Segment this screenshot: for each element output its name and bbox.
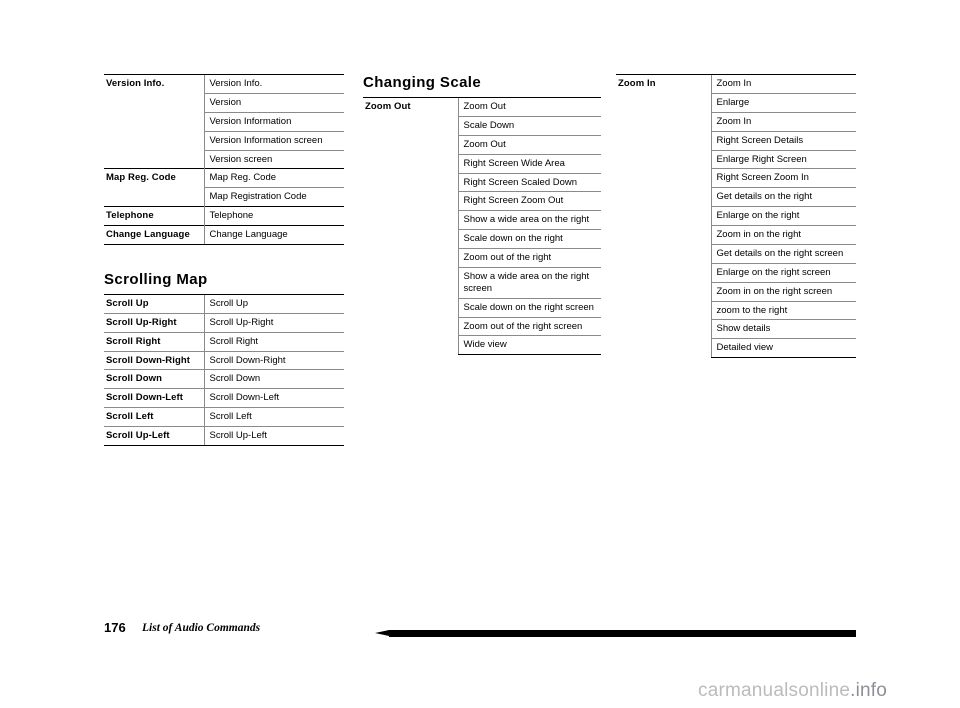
command-value: zoom to the right	[710, 300, 856, 320]
section-heading-scrolling-map: Scrolling Map	[104, 270, 208, 288]
command-key: Map Reg. Code	[104, 168, 204, 207]
footer-section-title: List of Audio Commands	[142, 622, 261, 634]
version-info-table: Version Info. Version Info. Version Vers…	[104, 73, 344, 245]
zoom-in-table: Zoom In Zoom In Enlarge Zoom In Right Sc…	[616, 73, 856, 359]
table-row: Scroll Left Scroll Left	[104, 407, 344, 427]
zoom-out-table: Zoom Out Zoom Out Scale Down Zoom Out Ri…	[363, 96, 601, 356]
command-value: Scroll Down-Left	[203, 388, 344, 408]
watermark-suffix: .info	[850, 680, 888, 701]
command-value: Enlarge Right Screen	[710, 149, 856, 169]
column-1: Version Info. Version Info. Version Vers…	[104, 73, 344, 446]
command-value: Scroll Up-Right	[203, 312, 344, 333]
command-value: Map Reg. Code	[203, 168, 344, 188]
table-row: Zoom Out Zoom Out	[363, 96, 601, 355]
command-value: Show a wide area on the right	[457, 210, 601, 230]
command-value: Right Screen Zoom Out	[457, 191, 601, 211]
command-value: Zoom Out	[457, 134, 601, 155]
command-key: Change Language	[104, 225, 204, 245]
command-value: Detailed view	[710, 338, 856, 359]
command-key: Scroll Up-Left	[104, 426, 204, 446]
scrolling-map-table: Scroll Up Scroll Up Scroll Up-Right Scro…	[104, 293, 344, 446]
table-row: Scroll Down Scroll Down	[104, 369, 344, 389]
command-key: Zoom In	[616, 73, 711, 358]
command-value: Zoom out of the right	[457, 248, 601, 268]
command-value: Right Screen Zoom In	[710, 168, 856, 188]
command-value: Right Screen Wide Area	[457, 153, 601, 173]
command-key: Version Info.	[104, 73, 204, 169]
table-row: Telephone Telephone	[104, 206, 344, 226]
table-row: Scroll Up-Right Scroll Up-Right	[104, 312, 344, 333]
command-value: Right Screen Details	[710, 130, 856, 150]
command-key: Scroll Down	[104, 369, 204, 389]
command-key: Zoom Out	[363, 96, 458, 355]
table-row: Scroll Up Scroll Up	[104, 293, 344, 314]
command-value: Scale down on the right screen	[457, 297, 601, 317]
command-value: Scroll Right	[203, 331, 344, 351]
command-value: Scroll Up	[203, 293, 344, 314]
command-value: Zoom In	[710, 74, 856, 94]
table-row: Scroll Up-Left Scroll Up-Left	[104, 426, 344, 446]
command-value: Right Screen Scaled Down	[457, 172, 601, 192]
command-value: Version Information	[203, 111, 344, 132]
command-key: Scroll Left	[104, 407, 204, 427]
table-row: Version Info. Version Info.	[104, 73, 344, 169]
command-value: Scroll Left	[203, 407, 344, 427]
command-value: Show details	[710, 319, 856, 339]
command-value: Enlarge on the right	[710, 206, 856, 226]
command-value: Version	[203, 92, 344, 113]
command-value: Scale Down	[457, 115, 601, 136]
watermark-text: carmanualsonline	[698, 680, 851, 701]
table-row: Change Language Change Language	[104, 225, 344, 245]
command-key: Telephone	[104, 206, 204, 226]
page-number: 176	[104, 620, 126, 635]
page-footer: 176 List of Audio Commands	[104, 620, 856, 642]
command-value: Change Language	[203, 225, 344, 245]
command-value: Zoom Out	[457, 97, 601, 117]
command-value: Get details on the right screen	[710, 243, 856, 264]
table-row: Scroll Right Scroll Right	[104, 331, 344, 351]
command-value: Telephone	[203, 206, 344, 226]
command-key: Scroll Up-Right	[104, 312, 204, 333]
command-value: Show a wide area on the right screen	[457, 266, 601, 299]
table-row: Map Reg. Code Map Reg. Code	[104, 168, 344, 207]
command-value: Zoom out of the right screen	[457, 316, 601, 336]
command-value: Get details on the right	[710, 187, 856, 207]
command-value: Version screen	[203, 149, 344, 169]
command-value: Scroll Up-Left	[203, 426, 344, 446]
command-key: Scroll Down-Left	[104, 388, 204, 408]
manual-page: Version Info. Version Info. Version Vers…	[0, 0, 960, 708]
table-row: Scroll Down-Left Scroll Down-Left	[104, 388, 344, 408]
watermark: carmanualsonline.info	[698, 680, 887, 702]
command-value: Scroll Down-Right	[203, 350, 344, 370]
command-value: Wide view	[457, 335, 601, 356]
column-3: Zoom In Zoom In Enlarge Zoom In Right Sc…	[616, 73, 856, 359]
command-key: Scroll Up	[104, 293, 204, 314]
column-2: Changing Scale Zoom Out Zoom Out Scale D…	[363, 74, 601, 356]
command-value: Scale down on the right	[457, 229, 601, 249]
command-value: Zoom in on the right	[710, 225, 856, 245]
section-heading-changing-scale: Changing Scale	[363, 74, 482, 91]
command-key: Scroll Down-Right	[104, 350, 204, 370]
command-key: Scroll Right	[104, 331, 204, 351]
command-value: Scroll Down	[203, 369, 344, 389]
command-value: Zoom in on the right screen	[710, 281, 856, 301]
command-value: Map Registration Code	[203, 187, 344, 207]
table-row: Zoom In Zoom In	[616, 73, 856, 358]
command-value: Zoom In	[710, 111, 856, 132]
footer-rule	[375, 630, 856, 637]
command-value: Enlarge on the right screen	[710, 262, 856, 283]
command-value: Version Info.	[203, 74, 344, 94]
command-value: Enlarge	[710, 92, 856, 113]
command-value: Version Information screen	[203, 130, 344, 150]
table-row: Scroll Down-Right Scroll Down-Right	[104, 350, 344, 370]
